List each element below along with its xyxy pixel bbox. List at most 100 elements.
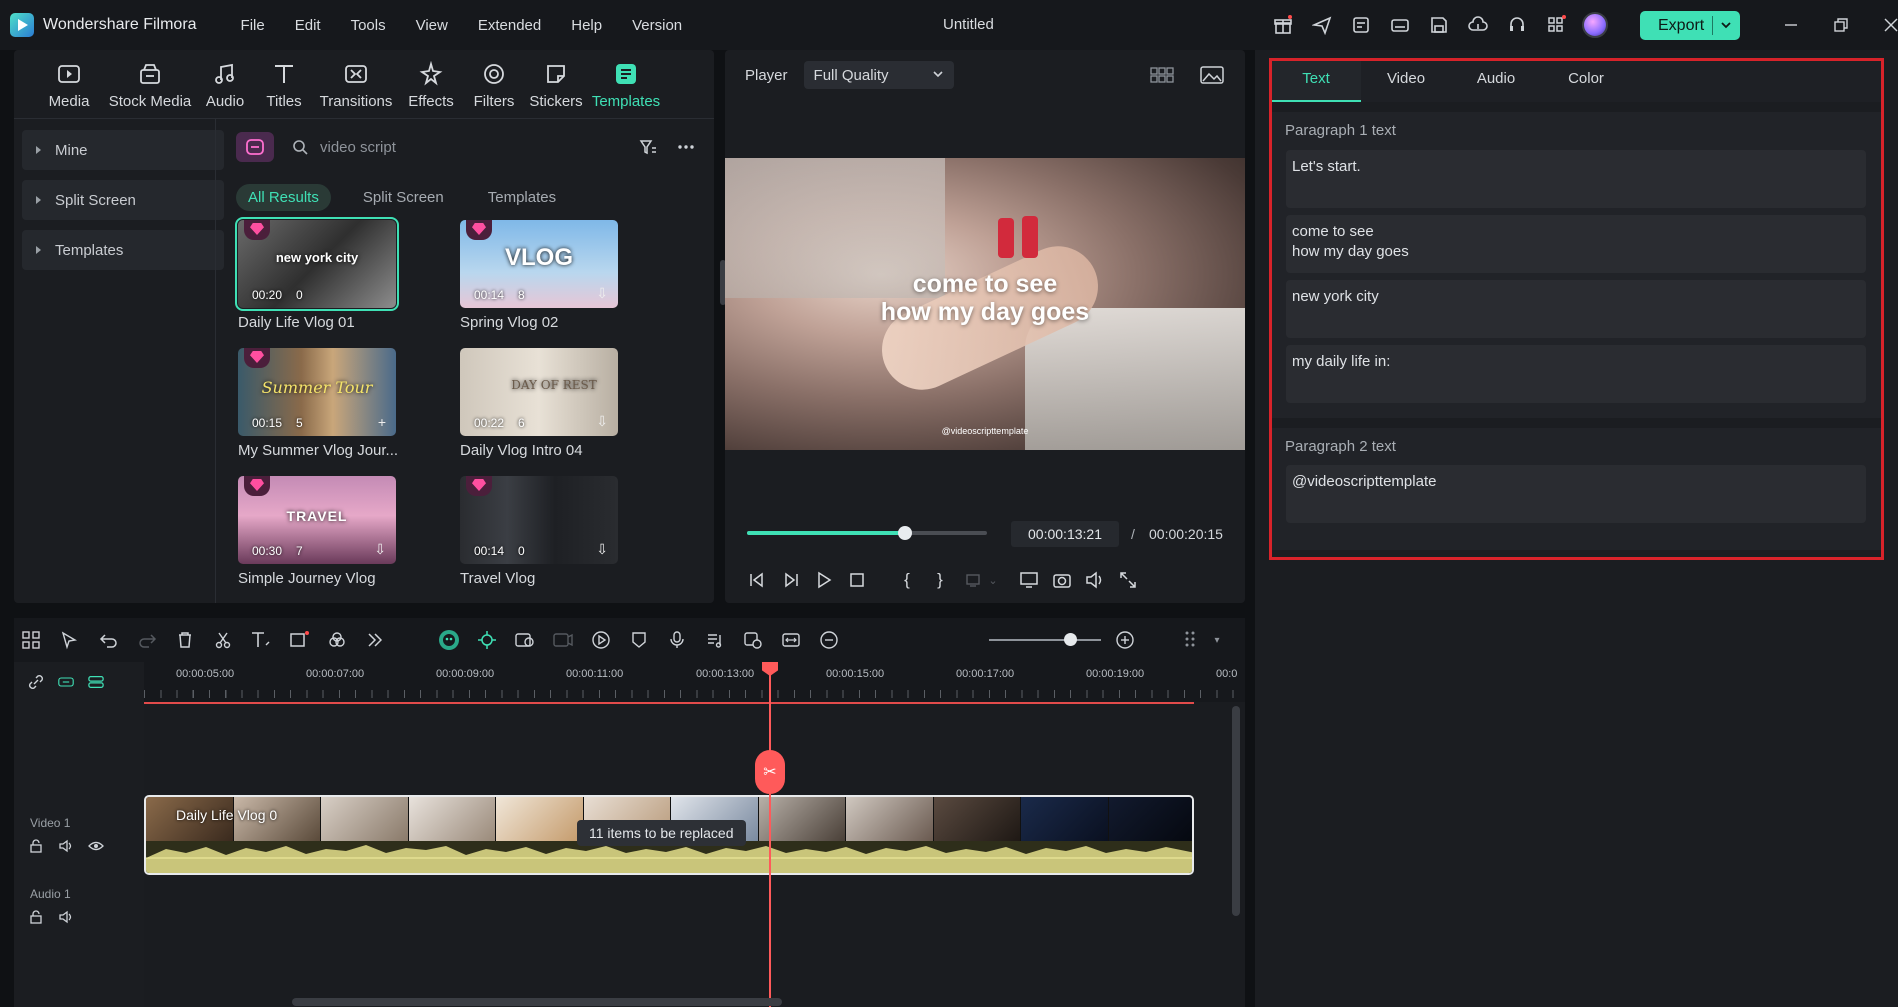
audio-mixer-icon[interactable] [704,629,726,651]
replace-icon[interactable] [742,629,764,651]
menu-help[interactable]: Help [571,17,602,34]
menu-view[interactable]: View [416,17,448,34]
more-options-icon[interactable] [674,135,698,159]
tab-stickers[interactable]: Stickers [524,50,588,118]
next-frame-icon[interactable] [779,568,803,592]
marker-icon[interactable] [628,629,650,651]
track-manager-icon[interactable] [88,674,104,690]
auto-cut-icon[interactable] [476,629,498,651]
template-card[interactable]: TRAVEL 00:30 7 ⇩ Simple Journey Vlog [238,476,398,587]
keyboard-icon[interactable] [1387,12,1413,38]
speed-icon[interactable] [590,629,612,651]
quality-dropdown[interactable]: Full Quality [803,61,954,89]
more-grid-icon[interactable] [1180,629,1202,651]
microphone-icon[interactable] [666,629,688,651]
zoom-in-icon[interactable] [1114,629,1136,651]
stop-icon[interactable] [845,568,869,592]
undo-icon[interactable] [98,629,120,651]
more-tools-icon[interactable] [364,629,386,651]
download-icon[interactable]: ⇩ [596,413,608,430]
user-avatar[interactable] [1582,12,1608,38]
tab-effects[interactable]: Effects [398,50,464,118]
headset-icon[interactable] [1504,12,1530,38]
template-source-button[interactable] [236,132,274,162]
tree-item-mine[interactable]: Mine [22,130,224,170]
apps-grid-icon[interactable] [1543,12,1569,38]
tab-templates[interactable]: Templates [588,50,664,118]
tree-item-templates[interactable]: Templates [22,230,224,270]
tab-filters[interactable]: Filters [464,50,524,118]
split-scissors-icon[interactable]: ✂ [755,750,785,794]
tab-stock-media[interactable]: Stock Media [104,50,196,118]
split-scissors-icon[interactable] [212,629,234,651]
close-icon[interactable] [1880,14,1898,36]
playback-progress[interactable] [747,526,987,540]
playhead[interactable] [769,662,771,1007]
volume-icon[interactable] [1083,568,1107,592]
menu-file[interactable]: File [241,17,265,34]
tab-media[interactable]: Media [34,50,104,118]
lock-icon[interactable] [28,838,44,854]
mark-out-icon[interactable]: } [928,568,952,592]
auto-ripple-icon[interactable] [58,674,74,690]
auto-reframe-icon[interactable] [514,629,536,651]
tab-transitions[interactable]: Transitions [314,50,398,118]
fit-icon[interactable] [780,629,802,651]
menu-version[interactable]: Version [632,17,682,34]
zoom-slider[interactable] [989,639,1101,641]
delete-icon[interactable] [174,629,196,651]
menu-edit[interactable]: Edit [295,17,321,34]
zoom-out-icon[interactable] [818,629,840,651]
template-card[interactable]: DAY OF REST 00:22 6 ⇩ Daily Vlog Intro 0… [460,348,620,459]
template-card[interactable]: 00:14 0 ⇩ Travel Vlog [460,476,620,587]
export-button[interactable]: Export [1640,11,1740,40]
progress-knob[interactable] [898,526,913,540]
eye-icon[interactable] [88,838,104,854]
filter-icon[interactable] [636,135,660,159]
color-icon[interactable] [326,629,348,651]
image-icon[interactable] [1199,64,1225,86]
tab-titles[interactable]: Titles [254,50,314,118]
time-ruler[interactable]: 00:00:05:00 00:00:07:00 00:00:09:00 00:0… [144,662,1245,702]
search-input[interactable]: video script [292,139,396,156]
tree-item-split-screen[interactable]: Split Screen [22,180,224,220]
menu-tools[interactable]: Tools [351,17,386,34]
filter-tab-all-results[interactable]: All Results [236,184,331,211]
play-icon[interactable] [812,568,836,592]
grid-view-icon[interactable] [1149,64,1175,86]
media-manager-icon[interactable] [1348,12,1374,38]
menu-extended[interactable]: Extended [478,17,541,34]
save-icon[interactable] [1426,12,1452,38]
filter-tab-split-screen[interactable]: Split Screen [351,184,456,211]
chevron-down-icon[interactable]: ▾ [1206,629,1228,651]
timeline-vertical-scrollbar[interactable] [1232,706,1240,916]
timeline-horizontal-scrollbar[interactable] [292,998,782,1006]
current-time[interactable]: 00:00:13:21 [1011,521,1119,547]
crop-icon[interactable] [288,629,310,651]
template-card[interactable]: new york city 00:20 0 Daily Life Vlog 01 [235,217,399,331]
restore-icon[interactable] [1830,14,1852,36]
gift-icon[interactable] [1270,12,1296,38]
speaker-icon[interactable] [58,909,74,925]
template-card[interactable]: Summer Tour 00:15 5 + My Summer Vlog Jou… [238,348,398,459]
download-icon[interactable]: ⇩ [596,285,608,302]
select-tool-icon[interactable] [58,629,80,651]
cloud-upload-icon[interactable] [1465,12,1491,38]
lock-icon[interactable] [28,909,44,925]
chevron-down-icon[interactable] [1720,18,1732,32]
layout-icon[interactable] [20,629,42,651]
text-tool-icon[interactable] [250,629,272,651]
fullscreen-icon[interactable] [1116,568,1140,592]
zoom-slider-knob[interactable] [1064,633,1077,646]
download-icon[interactable]: ⇩ [374,541,386,558]
previous-frame-icon[interactable] [745,568,769,592]
add-icon[interactable]: + [378,414,386,430]
tab-audio[interactable]: Audio [196,50,254,118]
minimize-icon[interactable] [1780,14,1802,36]
filter-tab-templates[interactable]: Templates [476,184,568,211]
mark-in-icon[interactable]: { [895,568,919,592]
snapshot-icon[interactable] [1050,568,1074,592]
template-card[interactable]: VLOG 00:14 8 ⇩ Spring Vlog 02 [460,220,620,331]
download-icon[interactable]: ⇩ [596,541,608,558]
link-icon[interactable] [28,674,44,690]
